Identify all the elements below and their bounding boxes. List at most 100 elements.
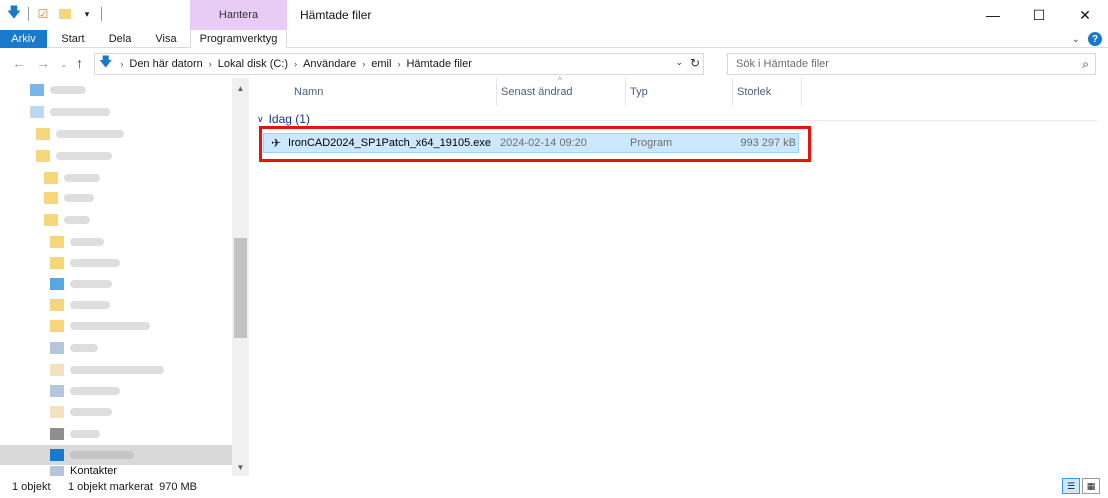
help-icon[interactable]: ? bbox=[1088, 32, 1102, 46]
tab-programverktyg[interactable]: Programverktyg bbox=[190, 30, 287, 48]
folder-icon bbox=[50, 385, 64, 397]
blurred-label bbox=[70, 387, 120, 395]
nav-item[interactable] bbox=[0, 338, 232, 358]
tab-hantera[interactable]: Hantera bbox=[190, 0, 287, 30]
close-icon[interactable]: ✕ bbox=[1062, 0, 1108, 30]
toolbar-separator bbox=[28, 7, 29, 21]
nav-item[interactable] bbox=[0, 80, 232, 100]
nav-item[interactable] bbox=[0, 168, 232, 188]
breadcrumb-item[interactable]: Den här datorn bbox=[129, 58, 202, 70]
tab-visa[interactable]: Visa bbox=[146, 30, 186, 48]
collapse-icon[interactable]: ∨ bbox=[257, 114, 264, 125]
minimize-icon[interactable]: — bbox=[970, 0, 1016, 30]
folder-icon bbox=[36, 128, 50, 140]
forward-icon[interactable]: → bbox=[36, 55, 50, 71]
tab-dela[interactable]: Dela bbox=[100, 30, 140, 48]
address-dropdown-icon[interactable]: ⌄ bbox=[675, 57, 683, 68]
nav-item[interactable] bbox=[0, 295, 232, 315]
breadcrumb-item[interactable]: Hämtade filer bbox=[406, 58, 471, 70]
nav-item[interactable] bbox=[0, 253, 232, 273]
blurred-label bbox=[70, 451, 134, 459]
status-bar: 1 objekt 1 objekt markerat 970 MB ☰ ▦ bbox=[0, 476, 1108, 498]
toolbar-separator bbox=[101, 7, 102, 21]
blurred-label bbox=[70, 430, 100, 438]
breadcrumb: › Den här datorn › Lokal disk (C:) › Anv… bbox=[114, 58, 472, 70]
column-header-type[interactable]: Typ bbox=[625, 78, 732, 106]
blurred-label bbox=[70, 280, 112, 288]
properties-icon[interactable]: ☑ bbox=[35, 6, 51, 22]
column-header-size[interactable]: Storlek bbox=[732, 78, 802, 106]
breadcrumb-item[interactable]: Lokal disk (C:) bbox=[218, 58, 288, 70]
column-header-name[interactable]: Namn bbox=[252, 78, 496, 106]
nav-scrollbar[interactable]: ▲ ▼ bbox=[232, 78, 249, 476]
scroll-down-icon[interactable]: ▼ bbox=[232, 459, 249, 476]
folder-icon bbox=[50, 236, 64, 248]
new-folder-icon[interactable] bbox=[57, 6, 73, 22]
nav-item-selected[interactable] bbox=[0, 445, 232, 465]
customize-toolbar-icon[interactable]: ▾ bbox=[79, 6, 95, 22]
window-title: Hämtade filer bbox=[300, 8, 372, 22]
blurred-label bbox=[64, 216, 90, 224]
onedrive-icon bbox=[30, 106, 44, 118]
nav-item[interactable] bbox=[0, 188, 232, 208]
search-placeholder: Sök i Hämtade filer bbox=[736, 58, 829, 70]
blurred-label bbox=[70, 366, 164, 374]
nav-item[interactable] bbox=[0, 210, 232, 230]
recent-locations-icon[interactable]: ⌄ bbox=[60, 59, 68, 70]
column-header-date[interactable]: Senast ändrad bbox=[496, 78, 624, 106]
navigation-pane: Kontakter ▲ ▼ bbox=[0, 78, 250, 476]
maximize-icon[interactable]: ☐ bbox=[1016, 0, 1062, 30]
quick-access-icon bbox=[30, 84, 44, 96]
folder-icon bbox=[36, 150, 50, 162]
nav-item[interactable] bbox=[0, 381, 232, 401]
scroll-up-icon[interactable]: ▲ bbox=[232, 80, 249, 97]
nav-item[interactable] bbox=[0, 146, 232, 166]
folder-icon bbox=[50, 299, 64, 311]
breadcrumb-item[interactable]: Användare bbox=[303, 58, 356, 70]
breadcrumb-separator-icon[interactable]: › bbox=[209, 59, 212, 69]
details-view-icon[interactable]: ☰ bbox=[1062, 478, 1080, 494]
status-selection: 1 objekt markerat 970 MB bbox=[68, 481, 198, 493]
breadcrumb-separator-icon[interactable]: › bbox=[362, 59, 365, 69]
ribbon-tabs: Arkiv Start Dela Visa Programverktyg ⌄ ? bbox=[0, 30, 1108, 48]
nav-item[interactable] bbox=[0, 124, 232, 144]
nav-item[interactable] bbox=[0, 274, 232, 294]
status-item-count: 1 objekt bbox=[12, 481, 51, 493]
nav-item[interactable] bbox=[0, 360, 232, 380]
scrollbar-thumb[interactable] bbox=[234, 238, 247, 338]
folder-icon bbox=[50, 406, 64, 418]
download-icon[interactable]: 🡇 bbox=[6, 4, 22, 22]
refresh-icon[interactable]: ↻ bbox=[690, 56, 700, 70]
tab-arkiv[interactable]: Arkiv bbox=[0, 30, 47, 48]
location-icon: 🡇 bbox=[99, 54, 113, 69]
ribbon-right-controls: ⌄ ? bbox=[1072, 30, 1102, 48]
nav-item[interactable] bbox=[0, 232, 232, 252]
breadcrumb-separator-icon[interactable]: › bbox=[397, 59, 400, 69]
blurred-label bbox=[70, 238, 104, 246]
breadcrumb-separator-icon: › bbox=[120, 59, 124, 69]
folder-icon bbox=[44, 214, 58, 226]
tab-start[interactable]: Start bbox=[52, 30, 94, 48]
breadcrumb-item[interactable]: emil bbox=[371, 58, 391, 70]
back-icon[interactable]: ← bbox=[12, 55, 26, 71]
quick-access-toolbar: 🡇 ☑ ▾ bbox=[6, 4, 102, 22]
nav-item[interactable] bbox=[0, 424, 232, 444]
nav-item[interactable] bbox=[0, 402, 232, 422]
search-input[interactable]: Sök i Hämtade filer ⌕ bbox=[727, 53, 1096, 75]
group-header[interactable]: ∨ Idag (1) bbox=[257, 112, 1097, 126]
breadcrumb-separator-icon[interactable]: › bbox=[294, 59, 297, 69]
search-icon[interactable]: ⌕ bbox=[1082, 57, 1089, 72]
nav-item[interactable] bbox=[0, 102, 232, 122]
folder-icon bbox=[50, 342, 64, 354]
nav-item-kontakter[interactable]: Kontakter bbox=[0, 466, 232, 476]
folder-icon bbox=[44, 192, 58, 204]
expand-ribbon-icon[interactable]: ⌄ bbox=[1072, 34, 1080, 45]
blurred-label bbox=[64, 174, 100, 182]
address-bar[interactable]: 🡇 › Den här datorn › Lokal disk (C:) › A… bbox=[94, 53, 704, 75]
blurred-label bbox=[56, 152, 112, 160]
large-icons-view-icon[interactable]: ▦ bbox=[1082, 478, 1100, 494]
folder-icon bbox=[50, 278, 64, 290]
up-icon[interactable]: ↑ bbox=[76, 55, 83, 71]
group-divider bbox=[327, 120, 1097, 121]
nav-item[interactable] bbox=[0, 316, 232, 336]
